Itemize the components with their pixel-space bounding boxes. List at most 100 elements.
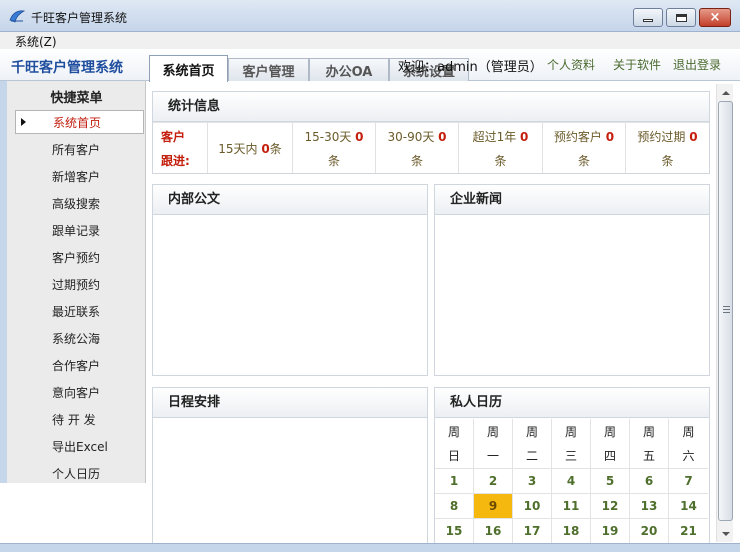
- stat-30-90-days[interactable]: 30-90天 0 条: [375, 123, 458, 173]
- stats-panel: 统计信息 客户 跟进: 15天内 0条 15-30天 0 条 30-90天 0 …: [152, 91, 710, 174]
- arrow-right-icon: [21, 118, 26, 126]
- stat-label: 30-90天: [387, 130, 435, 144]
- minimize-button[interactable]: [633, 8, 663, 27]
- stat-count: 0: [438, 130, 447, 144]
- scroll-down-button[interactable]: [717, 525, 734, 542]
- calendar-day[interactable]: 16: [474, 519, 513, 544]
- stat-count: 0: [689, 130, 698, 144]
- window-title: 千旺客户管理系统: [31, 11, 128, 25]
- sidebar-item-partner-customers[interactable]: 合作客户: [15, 353, 144, 377]
- stat-unit: 条: [494, 154, 507, 168]
- stat-appointment-customers[interactable]: 预约客户 0 条: [542, 123, 625, 173]
- internal-docs-panel: 内部公文: [152, 184, 428, 376]
- calendar-day[interactable]: 3: [513, 469, 552, 494]
- calendar-day[interactable]: 1: [435, 469, 474, 494]
- stat-over-1-year[interactable]: 超过1年 0 条: [458, 123, 542, 173]
- menu-system[interactable]: 系统(Z): [15, 33, 57, 50]
- calendar-day[interactable]: 17: [513, 519, 552, 544]
- calendar-day[interactable]: 19: [591, 519, 630, 544]
- tab-office-oa[interactable]: 办公OA: [309, 58, 389, 81]
- weekday-sat: 周六: [669, 419, 708, 469]
- grip-icon: [723, 306, 730, 307]
- followup-label-line2: 跟进:: [161, 154, 190, 168]
- sidebar-item-followup-records[interactable]: 跟单记录: [15, 218, 144, 242]
- sidebar-item-expired-appointments[interactable]: 过期预约: [15, 272, 144, 296]
- tab-home[interactable]: 系统首页: [149, 55, 228, 82]
- sidebar: 快捷菜单 系统首页 所有客户 新增客户 高级搜索 跟单记录 客户预约 过期预约 …: [7, 81, 146, 483]
- stat-unit: 条: [269, 142, 282, 156]
- calendar-day[interactable]: 18: [552, 519, 591, 544]
- sidebar-item-recent-contacts[interactable]: 最近联系: [15, 299, 144, 323]
- sidebar-item-new-customer[interactable]: 新增客户: [15, 164, 144, 188]
- sidebar-item-label: 系统首页: [53, 115, 102, 130]
- calendar-day[interactable]: 12: [591, 494, 630, 519]
- sidebar-item-label: 待 开 发: [52, 412, 96, 427]
- welcome-text: 欢迎：admin（管理员）: [398, 60, 543, 75]
- stat-label: 15-30天: [304, 130, 352, 144]
- stat-15-30-days[interactable]: 15-30天 0 条: [292, 123, 375, 173]
- stat-unit: 条: [410, 154, 423, 168]
- calendar-day[interactable]: 4: [552, 469, 591, 494]
- menubar: 系统(Z): [0, 32, 740, 49]
- scroll-thumb[interactable]: [718, 101, 733, 521]
- calendar-day[interactable]: 21: [669, 519, 708, 544]
- sidebar-item-appointments[interactable]: 客户预约: [15, 245, 144, 269]
- scroll-up-button[interactable]: [717, 84, 734, 101]
- calendar-day[interactable]: 15: [435, 519, 474, 544]
- calendar-day[interactable]: 14: [669, 494, 708, 519]
- sidebar-item-export-excel[interactable]: 导出Excel: [15, 434, 144, 458]
- calendar-panel: 私人日历 周日 周一 周二 周三 周四 周五 周六 1 2 3 4 5 6 7 …: [434, 387, 710, 547]
- stat-unit: 条: [661, 154, 674, 168]
- internal-docs-title: 内部公文: [153, 185, 427, 215]
- window-left-border: [0, 81, 7, 483]
- stat-appointment-expired[interactable]: 预约过期 0 条: [625, 123, 709, 173]
- calendar-day[interactable]: 6: [630, 469, 669, 494]
- stat-unit: 条: [327, 154, 340, 168]
- profile-link[interactable]: 个人资料: [547, 56, 595, 73]
- sidebar-item-all-customers[interactable]: 所有客户: [15, 137, 144, 161]
- weekday-tue: 周二: [513, 419, 552, 469]
- stat-15-days[interactable]: 15天内 0条: [207, 123, 292, 173]
- calendar-day[interactable]: 10: [513, 494, 552, 519]
- sidebar-item-home[interactable]: 系统首页: [15, 110, 144, 134]
- calendar-day[interactable]: 13: [630, 494, 669, 519]
- stat-count: 0: [261, 142, 270, 156]
- about-link[interactable]: 关于软件: [613, 56, 661, 73]
- sidebar-item-label: 个人日历: [52, 466, 101, 481]
- stat-label: 15天内: [218, 142, 258, 156]
- stat-label: 预约过期: [637, 130, 686, 144]
- company-news-title: 企业新闻: [435, 185, 709, 215]
- stat-label: 超过1年: [472, 130, 517, 144]
- sidebar-item-public-pool[interactable]: 系统公海: [15, 326, 144, 350]
- sidebar-item-personal-calendar[interactable]: 个人日历: [15, 461, 144, 485]
- maximize-icon: [675, 13, 687, 22]
- calendar-day[interactable]: 8: [435, 494, 474, 519]
- calendar-day[interactable]: 2: [474, 469, 513, 494]
- sidebar-item-to-develop[interactable]: 待 开 发: [15, 407, 144, 431]
- sidebar-item-label: 最近联系: [52, 304, 101, 319]
- company-news-panel: 企业新闻: [434, 184, 710, 376]
- close-button[interactable]: ×: [699, 8, 731, 27]
- calendar-day[interactable]: 7: [669, 469, 708, 494]
- sidebar-item-label: 跟单记录: [52, 223, 101, 238]
- vertical-scrollbar[interactable]: [716, 84, 733, 542]
- close-icon: ×: [709, 10, 721, 25]
- sidebar-item-label: 客户预约: [52, 250, 101, 265]
- calendar-day[interactable]: 11: [552, 494, 591, 519]
- calendar-day[interactable]: 20: [630, 519, 669, 544]
- calendar-day[interactable]: 5: [591, 469, 630, 494]
- sidebar-item-label: 系统公海: [52, 331, 101, 346]
- sidebar-item-advanced-search[interactable]: 高级搜索: [15, 191, 144, 215]
- maximize-button[interactable]: [666, 8, 696, 27]
- grip-icon: [723, 309, 730, 310]
- sidebar-item-label: 导出Excel: [52, 439, 108, 454]
- weekday-fri: 周五: [630, 419, 669, 469]
- sidebar-item-intended-customers[interactable]: 意向客户: [15, 380, 144, 404]
- sidebar-item-label: 合作客户: [52, 358, 101, 373]
- stat-count: 0: [520, 130, 529, 144]
- tab-customer-management[interactable]: 客户管理: [228, 58, 309, 81]
- sidebar-item-label: 新增客户: [52, 169, 101, 184]
- logout-link[interactable]: 退出登录: [673, 56, 721, 73]
- calendar-title: 私人日历: [435, 388, 709, 418]
- calendar-day-today[interactable]: 9: [474, 494, 513, 519]
